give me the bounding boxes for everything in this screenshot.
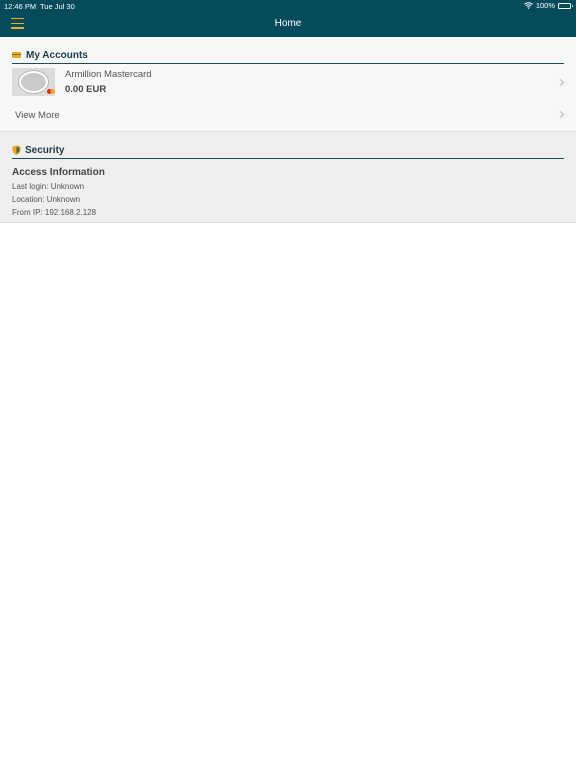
- page-title: Home: [274, 18, 302, 29]
- status-time: 12:46 PM: [4, 2, 37, 11]
- account-name: Armillion Mastercard: [65, 69, 152, 80]
- account-row-armillion-mastercard[interactable]: Armillion Mastercard 0.00 EUR: [0, 67, 576, 99]
- card-thumbnail: [12, 68, 55, 96]
- last-login-text: Last login: Unknown: [12, 182, 85, 191]
- chevron-right-icon: [556, 110, 565, 119]
- from-ip-text: From IP: 192.168.2.128: [12, 208, 97, 217]
- top-navigation-bar: 12:46 PM Tue Jul 30 100% Home: [0, 0, 576, 37]
- my-accounts-title: My Accounts: [26, 49, 88, 61]
- chevron-right-icon: [556, 78, 565, 87]
- my-accounts-section: My Accounts Armillion Mastercard 0.00 EU…: [0, 37, 576, 131]
- card-image-shape: [19, 71, 48, 93]
- security-header: Security: [12, 142, 564, 159]
- view-more-button[interactable]: View More: [0, 107, 576, 123]
- security-title: Security: [25, 144, 65, 156]
- mastercard-logo-icon-overlap: [50, 89, 55, 94]
- credit-card-icon: [12, 52, 21, 58]
- location-text: Location: Unknown: [12, 195, 81, 204]
- shield-icon: [12, 145, 21, 155]
- battery-percent: 100%: [535, 1, 555, 10]
- security-section: Security Access Information Last login: …: [0, 131, 576, 223]
- status-date: Tue Jul 30: [40, 2, 75, 11]
- account-balance: 0.00 EUR: [65, 84, 107, 95]
- access-information-title: Access Information: [12, 167, 105, 178]
- my-accounts-header: My Accounts: [12, 47, 564, 64]
- wifi-icon: [523, 2, 533, 9]
- view-more-label: View More: [15, 110, 60, 121]
- status-right: 100%: [523, 1, 573, 10]
- battery-icon: [558, 2, 573, 9]
- status-bar: 12:46 PM Tue Jul 30 100%: [0, 0, 576, 12]
